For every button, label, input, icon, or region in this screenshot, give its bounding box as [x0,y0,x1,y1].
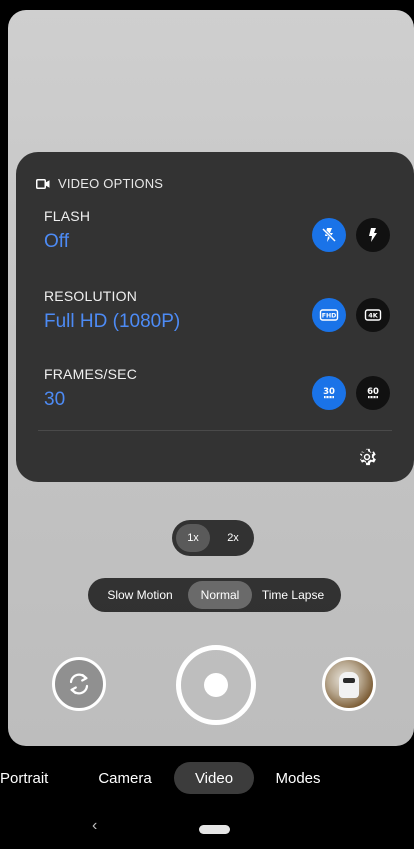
flash-option-row: FLASH Off [44,208,394,268]
flash-on-icon [369,228,377,242]
mode-portrait[interactable]: Portrait [0,762,60,794]
back-chevron-icon[interactable]: ‹ [92,817,97,835]
camera-mode-bar: Portrait Camera Video Modes [0,758,414,798]
4k-button[interactable]: 4K [356,298,390,332]
thumbnail-image [339,672,359,698]
resolution-option-row: RESOLUTION Full HD (1080P) FHD 4K [44,288,394,348]
mode-camera[interactable]: Camera [92,762,158,794]
switch-camera-button[interactable] [52,657,106,711]
zoom-selector: 1x 2x [172,520,254,556]
fps-30-button[interactable]: 30 [312,376,346,410]
4k-icon: 4K [364,309,382,321]
fhd-button[interactable]: FHD [312,298,346,332]
svg-text:30: 30 [323,387,335,397]
home-pill-icon[interactable] [199,825,230,834]
zoom-2x-button[interactable]: 2x [216,524,250,552]
svg-text:FHD: FHD [322,313,337,320]
mode-video[interactable]: Video [174,762,254,794]
flash-on-button[interactable] [356,218,390,252]
fps-60-button[interactable]: 60 [356,376,390,410]
gear-icon [360,448,376,466]
svg-text:4K: 4K [368,312,379,320]
panel-divider [38,430,392,431]
panel-header: VIDEO OPTIONS [36,176,163,191]
mode-modes[interactable]: Modes [270,762,326,794]
frames-per-sec-option-row: FRAMES/SEC 30 30 60 [44,366,394,426]
gallery-thumbnail[interactable] [322,657,376,711]
svg-text:60: 60 [367,387,379,397]
settings-button[interactable] [354,444,380,470]
30fps-icon: 30 [323,387,335,399]
system-nav-bar: ‹ [0,815,414,845]
fhd-icon: FHD [319,309,339,321]
record-button[interactable] [176,645,256,725]
60fps-icon: 60 [367,387,379,399]
speed-mode-selector: Slow Motion Normal Time Lapse [88,578,341,612]
time-lapse-button[interactable]: Time Lapse [252,581,334,609]
zoom-1x-button[interactable]: 1x [176,524,210,552]
panel-title: VIDEO OPTIONS [58,176,164,191]
video-camera-icon [36,178,50,189]
flash-off-button[interactable] [312,218,346,252]
flash-off-icon [321,227,337,243]
slow-motion-button[interactable]: Slow Motion [92,581,188,609]
record-dot-icon [204,673,228,697]
video-options-panel: VIDEO OPTIONS FLASH Off RESOLUTION Full … [16,152,414,482]
normal-speed-button[interactable]: Normal [188,581,252,609]
switch-camera-icon [69,673,89,695]
